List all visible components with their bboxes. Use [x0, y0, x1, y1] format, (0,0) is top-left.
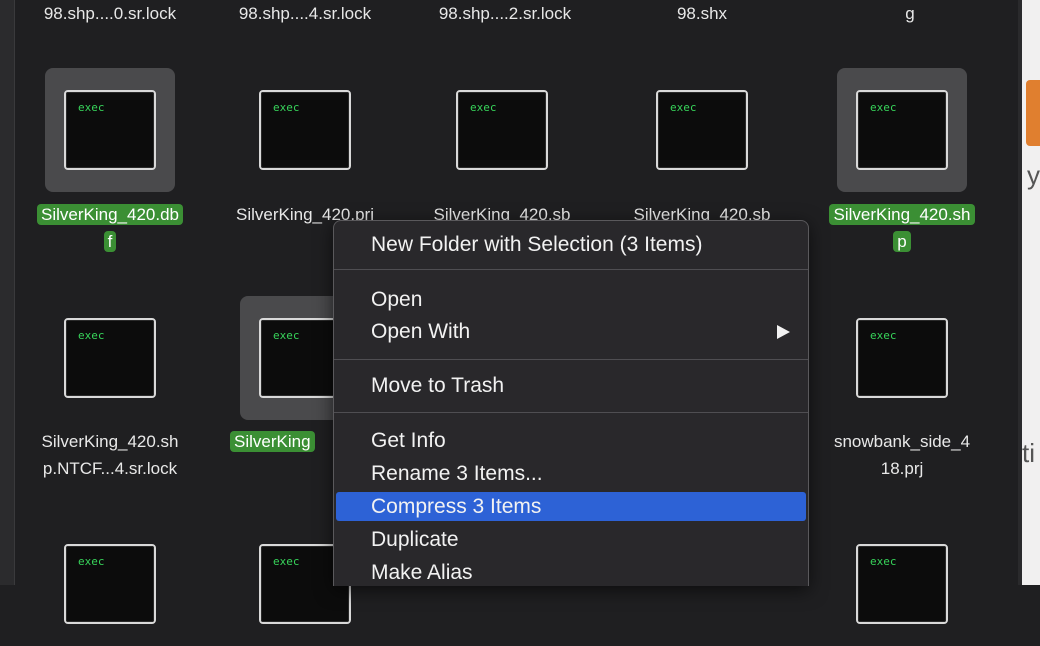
file-label-selected[interactable]: SilverKing_420.db [15, 204, 205, 226]
menu-item-open-with-label: Open With [371, 320, 471, 343]
file-thumbnail[interactable]: exec [45, 522, 175, 646]
menu-item-make-alias[interactable]: Make Alias [334, 558, 808, 587]
file-label[interactable]: 98.shx [607, 4, 797, 24]
exec-label: exec [470, 101, 497, 114]
file-thumbnail[interactable]: exec [837, 522, 967, 646]
menu-separator [334, 359, 808, 360]
exec-label: exec [273, 555, 300, 568]
exec-label: exec [78, 555, 105, 568]
file-item[interactable]: exec [807, 522, 997, 646]
file-item[interactable]: exec [407, 68, 597, 192]
exec-label: exec [78, 329, 105, 342]
menu-item-duplicate[interactable]: Duplicate [334, 525, 808, 554]
file-label[interactable]: snowbank_side_4 [807, 431, 997, 453]
submenu-arrow-icon [777, 325, 790, 339]
exec-file-icon[interactable]: exec [64, 90, 156, 170]
file-item[interactable]: exec [607, 68, 797, 192]
exec-label: exec [273, 329, 300, 342]
exec-file-icon[interactable]: exec [456, 90, 548, 170]
exec-label: exec [273, 101, 300, 114]
adjacent-window-orange-element[interactable] [1026, 80, 1040, 146]
file-label-selected[interactable]: SilverKing_420.sh [807, 204, 997, 226]
exec-label: exec [78, 101, 105, 114]
adjacent-window-text: ti [1022, 438, 1035, 468]
file-item[interactable]: exec [15, 296, 205, 420]
file-thumbnail[interactable]: exec [240, 68, 370, 192]
file-item[interactable]: exec [807, 68, 997, 192]
exec-label: exec [870, 101, 897, 114]
exec-file-icon[interactable]: exec [259, 90, 351, 170]
file-item[interactable]: exec [15, 68, 205, 192]
exec-label: exec [870, 329, 897, 342]
menu-item-move-to-trash[interactable]: Move to Trash [334, 371, 808, 400]
exec-file-icon[interactable]: exec [856, 544, 948, 624]
exec-label: exec [870, 555, 897, 568]
menu-separator [334, 269, 808, 270]
file-label-line2[interactable]: p.NTCF...4.sr.lock [15, 458, 205, 480]
file-label[interactable]: 98.shp....2.sr.lock [410, 4, 600, 24]
file-thumbnail[interactable]: exec [45, 296, 175, 420]
exec-file-icon[interactable]: exec [656, 90, 748, 170]
adjacent-window-text: y [1027, 160, 1040, 190]
exec-file-icon[interactable]: exec [64, 318, 156, 398]
exec-label: exec [670, 101, 697, 114]
file-item[interactable]: exec [210, 68, 400, 192]
menu-item-new-folder-with-selection[interactable]: New Folder with Selection (3 Items) [334, 230, 808, 259]
file-label-line2[interactable]: 18.prj [807, 458, 997, 480]
file-thumbnail[interactable]: exec [437, 68, 567, 192]
file-thumbnail-selected[interactable]: exec [45, 68, 175, 192]
file-label[interactable]: 98.shp....0.sr.lock [15, 4, 205, 24]
menu-item-open-with[interactable]: Open With [334, 317, 808, 346]
menu-item-get-info[interactable]: Get Info [334, 426, 808, 455]
exec-file-icon[interactable]: exec [856, 318, 948, 398]
file-label[interactable]: g [815, 4, 1005, 24]
menu-separator [334, 412, 808, 413]
file-item[interactable]: exec [807, 296, 997, 420]
window-left-edge [0, 0, 14, 585]
menu-item-open[interactable]: Open [334, 285, 808, 314]
file-label-selected-line2[interactable]: f [15, 231, 205, 253]
menu-item-rename[interactable]: Rename 3 Items... [334, 459, 808, 488]
menu-item-compress[interactable]: Compress 3 Items [336, 492, 806, 521]
file-label[interactable]: 98.shp....4.sr.lock [210, 4, 400, 24]
file-thumbnail[interactable]: exec [837, 296, 967, 420]
file-thumbnail-selected[interactable]: exec [837, 68, 967, 192]
file-label[interactable]: SilverKing_420.sh [15, 431, 205, 453]
file-label-selected-line2[interactable]: p [807, 231, 997, 253]
exec-file-icon[interactable]: exec [856, 90, 948, 170]
file-thumbnail[interactable]: exec [637, 68, 767, 192]
context-menu: New Folder with Selection (3 Items) Open… [333, 220, 809, 586]
exec-file-icon[interactable]: exec [64, 544, 156, 624]
file-item[interactable]: exec [15, 522, 205, 646]
